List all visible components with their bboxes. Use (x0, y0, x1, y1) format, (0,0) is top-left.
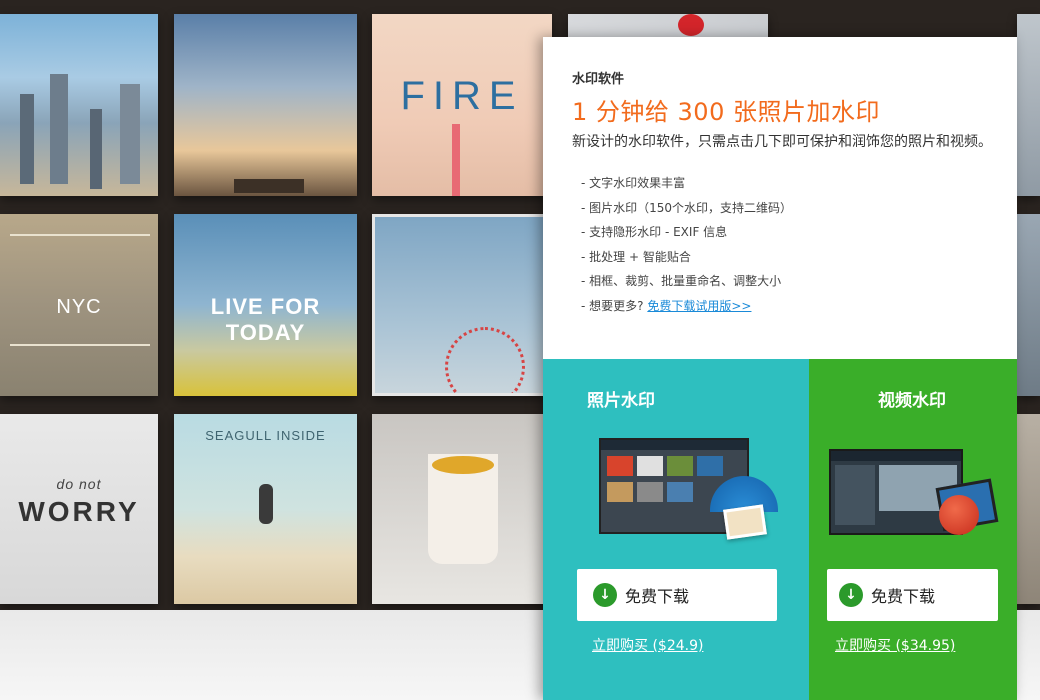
tile-ferris-wheel (372, 214, 552, 396)
free-trial-link[interactable]: 免费下载试用版>> (647, 299, 751, 313)
feature-item: - 支持隐形水印 - EXIF 信息 (581, 225, 728, 239)
panel-description: 水印软件 1 分钟给 300 张照片加水印 新设计的水印软件，只需点击几下即可保… (543, 37, 1017, 359)
brand-label: 水印软件 (572, 72, 625, 87)
photo-stack-icon (723, 504, 767, 540)
photo-buy-link[interactable]: 立即购买 ($24.9) (592, 635, 703, 655)
photo-download-button[interactable]: ↓ 免费下载 (577, 569, 777, 621)
tile-seagull: SEAGULL INSIDE (174, 414, 357, 604)
photo-watermark-title: 照片水印 (587, 391, 655, 411)
tile-live-text: LIVE FOR TODAY (210, 294, 321, 345)
tile-right-top (1017, 14, 1040, 196)
tile-fire-text: FIRE (400, 74, 524, 118)
feature-item: - 批处理 + 智能贴合 (581, 249, 691, 264)
download-arrow-icon: ↓ (593, 583, 617, 607)
feature-item: - 文字水印效果丰富 (581, 176, 686, 190)
video-watermark-title: 视频水印 (878, 391, 946, 411)
feature-item-more: - 想要更多? 免费下载试用版>> (581, 294, 1017, 319)
feature-item: - 图片水印（150个水印，支持二维码） (581, 200, 793, 215)
tile-right-bottom (1017, 414, 1040, 604)
tile-city-aerial (0, 14, 158, 196)
tile-fire: FIRE (372, 14, 552, 196)
tile-nyc: NYC (0, 214, 158, 396)
video-logo-icon (939, 495, 979, 535)
tile-worry-text: WORRY (18, 496, 140, 527)
intro-text: 新设计的水印软件，只需点击几下即可保护和润饰您的照片和视频。 (572, 134, 992, 150)
video-download-label: 免费下载 (871, 587, 936, 606)
download-arrow-icon: ↓ (839, 583, 863, 607)
tile-live-for-today: LIVE FOR TODAY (174, 214, 357, 396)
tile-coffee-cup (372, 414, 552, 604)
tile-sunset-sky (174, 14, 357, 196)
headline: 1 分钟给 300 张照片加水印 (572, 98, 880, 126)
tile-nyc-text: NYC (56, 296, 102, 318)
video-download-button[interactable]: ↓ 免费下载 (827, 569, 998, 621)
tile-worry: do not WORRY (0, 414, 158, 604)
feature-item: - 相框、裁剪、批量重命名、调整大小 (581, 274, 782, 288)
tile-top-partial (568, 14, 768, 38)
tile-do-not-text: do not (56, 476, 102, 492)
photo-download-label: 免费下载 (625, 587, 690, 606)
feature-list: - 文字水印效果丰富 - 图片水印（150个水印，支持二维码） - 支持隐形水印… (572, 171, 1017, 318)
tile-right-mid (1017, 214, 1040, 396)
product-panel: 水印软件 1 分钟给 300 张照片加水印 新设计的水印软件，只需点击几下即可保… (543, 37, 1017, 700)
more-prefix: - 想要更多? (581, 298, 644, 313)
video-buy-link[interactable]: 立即购买 ($34.95) (835, 635, 955, 655)
tile-seagull-text: SEAGULL INSIDE (205, 428, 326, 443)
